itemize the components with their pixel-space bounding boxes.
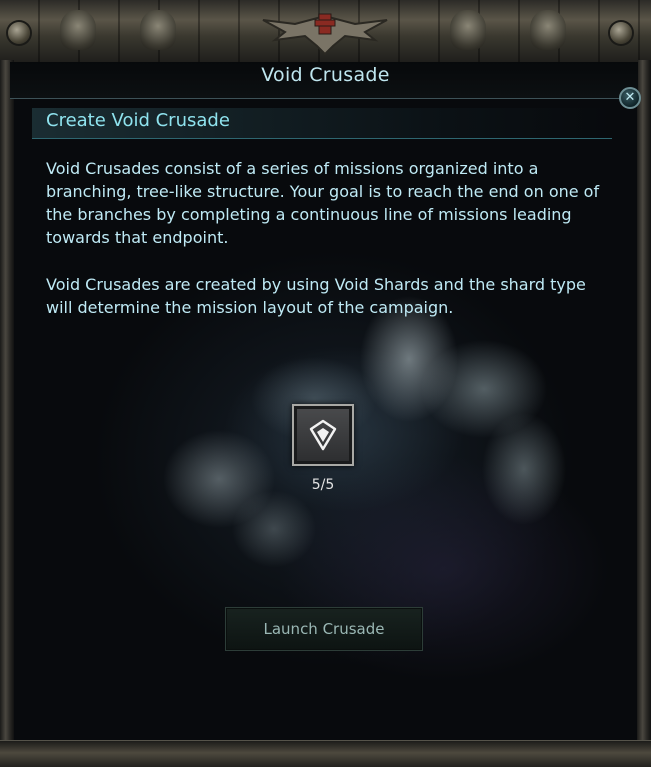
close-icon[interactable]: ✕ [619,87,641,109]
description-paragraph-1: Void Crusades consist of a series of mis… [46,159,600,247]
window-title: Void Crusade [261,64,390,86]
ornate-top-bar [0,0,651,68]
shard-count: 5/5 [311,477,335,493]
launch-crusade-button[interactable]: Launch Crusade [225,607,423,651]
left-border [0,60,14,750]
skull-ornament-icon [140,10,176,50]
aquila-eagle-icon [262,13,388,56]
void-shard-icon [309,419,337,451]
right-border [637,60,651,750]
skull-ornament-icon [530,10,566,50]
skull-ornament-icon [450,10,486,50]
description-paragraph-2: Void Crusades are created by using Void … [46,275,586,317]
rivet-icon [610,22,632,44]
void-shard-slot[interactable] [292,404,354,466]
skull-ornament-icon [8,22,30,44]
section-header: Create Void Crusade [46,110,230,131]
skull-ornament-icon [60,10,96,50]
ornate-bottom-bar [0,740,651,767]
